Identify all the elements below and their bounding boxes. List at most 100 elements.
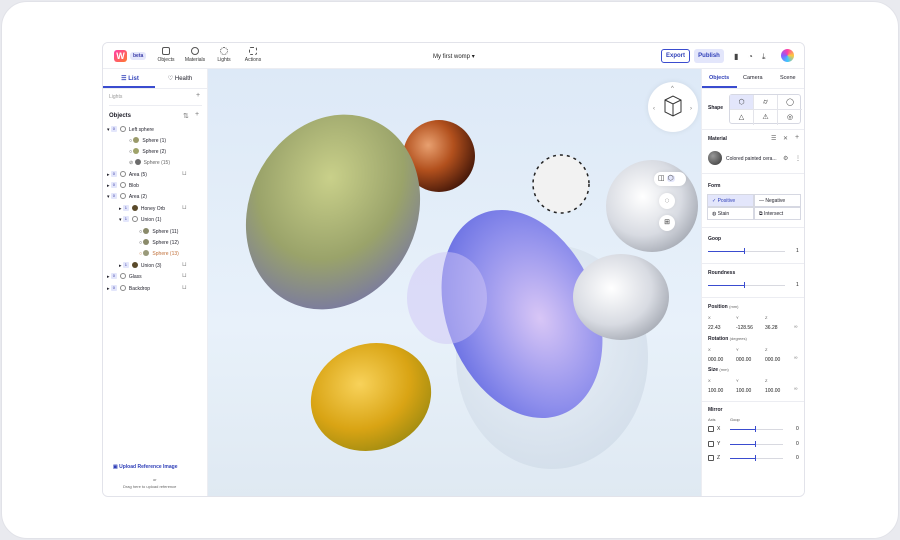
womp-logo[interactable]: W <box>114 50 127 62</box>
size-x-input[interactable]: 100.00 <box>708 388 723 394</box>
mirror-z-checkbox[interactable] <box>708 455 714 461</box>
tree-row[interactable]: ▸ 0 Glass <box>107 272 142 282</box>
material-swatch[interactable] <box>708 151 722 165</box>
tree-row[interactable]: ▾ 0 Area (2) <box>107 192 147 202</box>
size-z-input[interactable]: 100.00 <box>765 388 780 394</box>
mirror-y-slider-handle[interactable] <box>755 441 756 447</box>
avatar[interactable] <box>781 49 794 62</box>
goop-value[interactable]: 1 <box>796 248 799 254</box>
nav-materials[interactable]: Materials <box>183 47 207 63</box>
document-title[interactable]: My first womp ▾ <box>433 53 475 60</box>
bell-icon[interactable]: ◔ <box>748 52 753 61</box>
stats-icon[interactable]: ▮ <box>734 52 738 61</box>
shape-torus-icon[interactable]: ◎ <box>778 110 802 125</box>
nav-actions[interactable]: Actions <box>241 47 265 63</box>
menu-icon[interactable]: ☰ <box>771 135 776 142</box>
nav-objects[interactable]: Objects <box>154 47 178 63</box>
rotation-x-input[interactable]: 000.00 <box>708 357 723 363</box>
form-stain-button[interactable]: ◍ Stain <box>707 207 754 220</box>
nav-lights[interactable]: Lights <box>212 47 236 63</box>
tab-objects[interactable]: Objects <box>709 75 729 81</box>
mirror-z-value[interactable]: 0 <box>796 455 799 461</box>
tab-health[interactable]: ♡ Health <box>155 75 205 82</box>
tree-row[interactable]: ▸ 1 Honey Orb <box>119 204 165 214</box>
rotation-z-input[interactable]: 000.00 <box>765 357 780 363</box>
publish-button[interactable]: Publish <box>694 49 724 63</box>
roundness-slider-fill <box>708 285 744 286</box>
shape-sphere-icon[interactable]: ◯ <box>778 95 802 110</box>
close-icon[interactable]: ✕ <box>783 135 788 142</box>
tab-list[interactable]: ☰ List <box>105 75 155 82</box>
upload-reference-button[interactable]: ▣ Upload Reference Image <box>113 464 177 470</box>
lock-icon[interactable]: ⊔ <box>182 261 187 268</box>
download-icon[interactable]: ⤓ <box>762 52 766 62</box>
lock-icon[interactable]: ⊔ <box>182 284 187 291</box>
view-cube-icon: ‹ › ^ <box>653 86 692 117</box>
tree-row[interactable]: ○ Sphere (11) <box>139 227 178 237</box>
lock-icon[interactable]: ⊔ <box>182 204 187 211</box>
goop-slider-handle[interactable] <box>744 248 745 254</box>
add-object-icon[interactable]: + <box>195 111 199 118</box>
drag-hint: Drag here to upload reference <box>123 484 177 489</box>
orbit-icon[interactable]: ◌ <box>659 193 675 209</box>
mirror-goop-label: Goop <box>730 417 740 422</box>
form-negative-button[interactable]: — Negative <box>754 194 801 207</box>
link-icon[interactable]: ∞ <box>794 324 798 330</box>
sort-icon[interactable]: ⇅ <box>183 112 189 120</box>
tree-row[interactable]: ⊘ Sphere (15) <box>129 158 170 168</box>
size-y-input[interactable]: 100.00 <box>736 388 751 394</box>
mirror-x-value[interactable]: 0 <box>796 426 799 432</box>
perspective-icon[interactable]: ◫ <box>658 175 665 182</box>
position-y-input[interactable]: -128.56 <box>736 325 753 331</box>
roundness-value[interactable]: 1 <box>796 282 799 288</box>
tree-row[interactable]: ▾ 1 Union (1) <box>119 215 161 225</box>
form-positive-button[interactable]: ✓ Positive <box>707 194 754 207</box>
settings-icon[interactable]: ⚙ <box>783 155 788 162</box>
tree-row[interactable]: ▾ 0 Left sphere <box>107 125 154 135</box>
position-x-input[interactable]: 22.43 <box>708 325 721 331</box>
tab-scene[interactable]: Scene <box>780 75 796 81</box>
mirror-y-checkbox[interactable] <box>708 441 714 447</box>
mirror-x-slider-handle[interactable] <box>755 426 756 432</box>
material-name[interactable]: Colored painted cera... <box>726 156 777 162</box>
mirror-z-slider-handle[interactable] <box>755 455 756 461</box>
mirror-y-value[interactable]: 0 <box>796 441 799 447</box>
add-light-icon[interactable]: + <box>196 92 200 99</box>
size-label: Size (mm) <box>708 367 729 373</box>
shape-cube-icon[interactable]: ⬡ <box>730 95 754 110</box>
more-icon[interactable]: ⋮ <box>795 155 801 162</box>
tree-row[interactable]: ○ Sphere (2) <box>129 147 166 157</box>
lock-icon[interactable]: ⊔ <box>182 272 187 279</box>
left-panel: ☰ List ♡ Health Lights + Objects ⇅ + ▾ 0… <box>103 69 208 496</box>
glass-icon <box>119 273 126 279</box>
shape-pyramid-icon[interactable]: ⚠ <box>754 110 778 125</box>
grid-icon[interactable]: ⊞ <box>659 215 675 231</box>
tree-row[interactable]: ○ Sphere (12) <box>139 238 179 248</box>
link-icon[interactable]: ∞ <box>794 386 798 392</box>
lock-icon[interactable]: ⊔ <box>182 170 187 177</box>
form-label: Form <box>708 183 721 189</box>
axis-z-label: Z <box>765 347 768 352</box>
cube-icon[interactable]: ⬡ <box>666 175 675 182</box>
export-button[interactable]: Export <box>661 49 690 63</box>
tree-row[interactable]: ▸ 0 Blob <box>107 181 139 191</box>
position-z-input[interactable]: 36.28 <box>765 325 778 331</box>
add-material-icon[interactable]: + <box>795 134 799 141</box>
roundness-slider-handle[interactable] <box>744 282 745 288</box>
tree-row[interactable]: ▸ 0 Backdrop <box>107 284 150 294</box>
3d-viewport[interactable]: ‹ › ^ ◫ ⬡ ◌ ⊞ <box>208 69 701 496</box>
tree-row[interactable]: ▸ 0 Area (5) <box>107 170 147 180</box>
tab-camera[interactable]: Camera <box>743 75 763 81</box>
tree-row[interactable]: ▸ 1 Union (3) <box>119 261 161 271</box>
shape-cone-icon[interactable]: △ <box>730 110 754 125</box>
rotation-y-input[interactable]: 000.00 <box>736 357 751 363</box>
eye-circle-icon[interactable]: ⊘ <box>129 160 135 166</box>
link-icon[interactable]: ∞ <box>794 355 798 361</box>
tree-row[interactable]: ○ Sphere (1) <box>129 136 166 146</box>
tree-row[interactable]: ○ Sphere (13) <box>139 249 179 259</box>
form-intersect-button[interactable]: ⧉ Intersect <box>754 207 801 220</box>
mirror-x-checkbox[interactable] <box>708 426 714 432</box>
view-cube-gizmo[interactable]: ‹ › ^ <box>648 82 698 132</box>
shape-cylinder-icon[interactable]: ⌭ <box>754 95 778 110</box>
view-mode-toggle[interactable]: ◫ ⬡ <box>654 172 686 186</box>
